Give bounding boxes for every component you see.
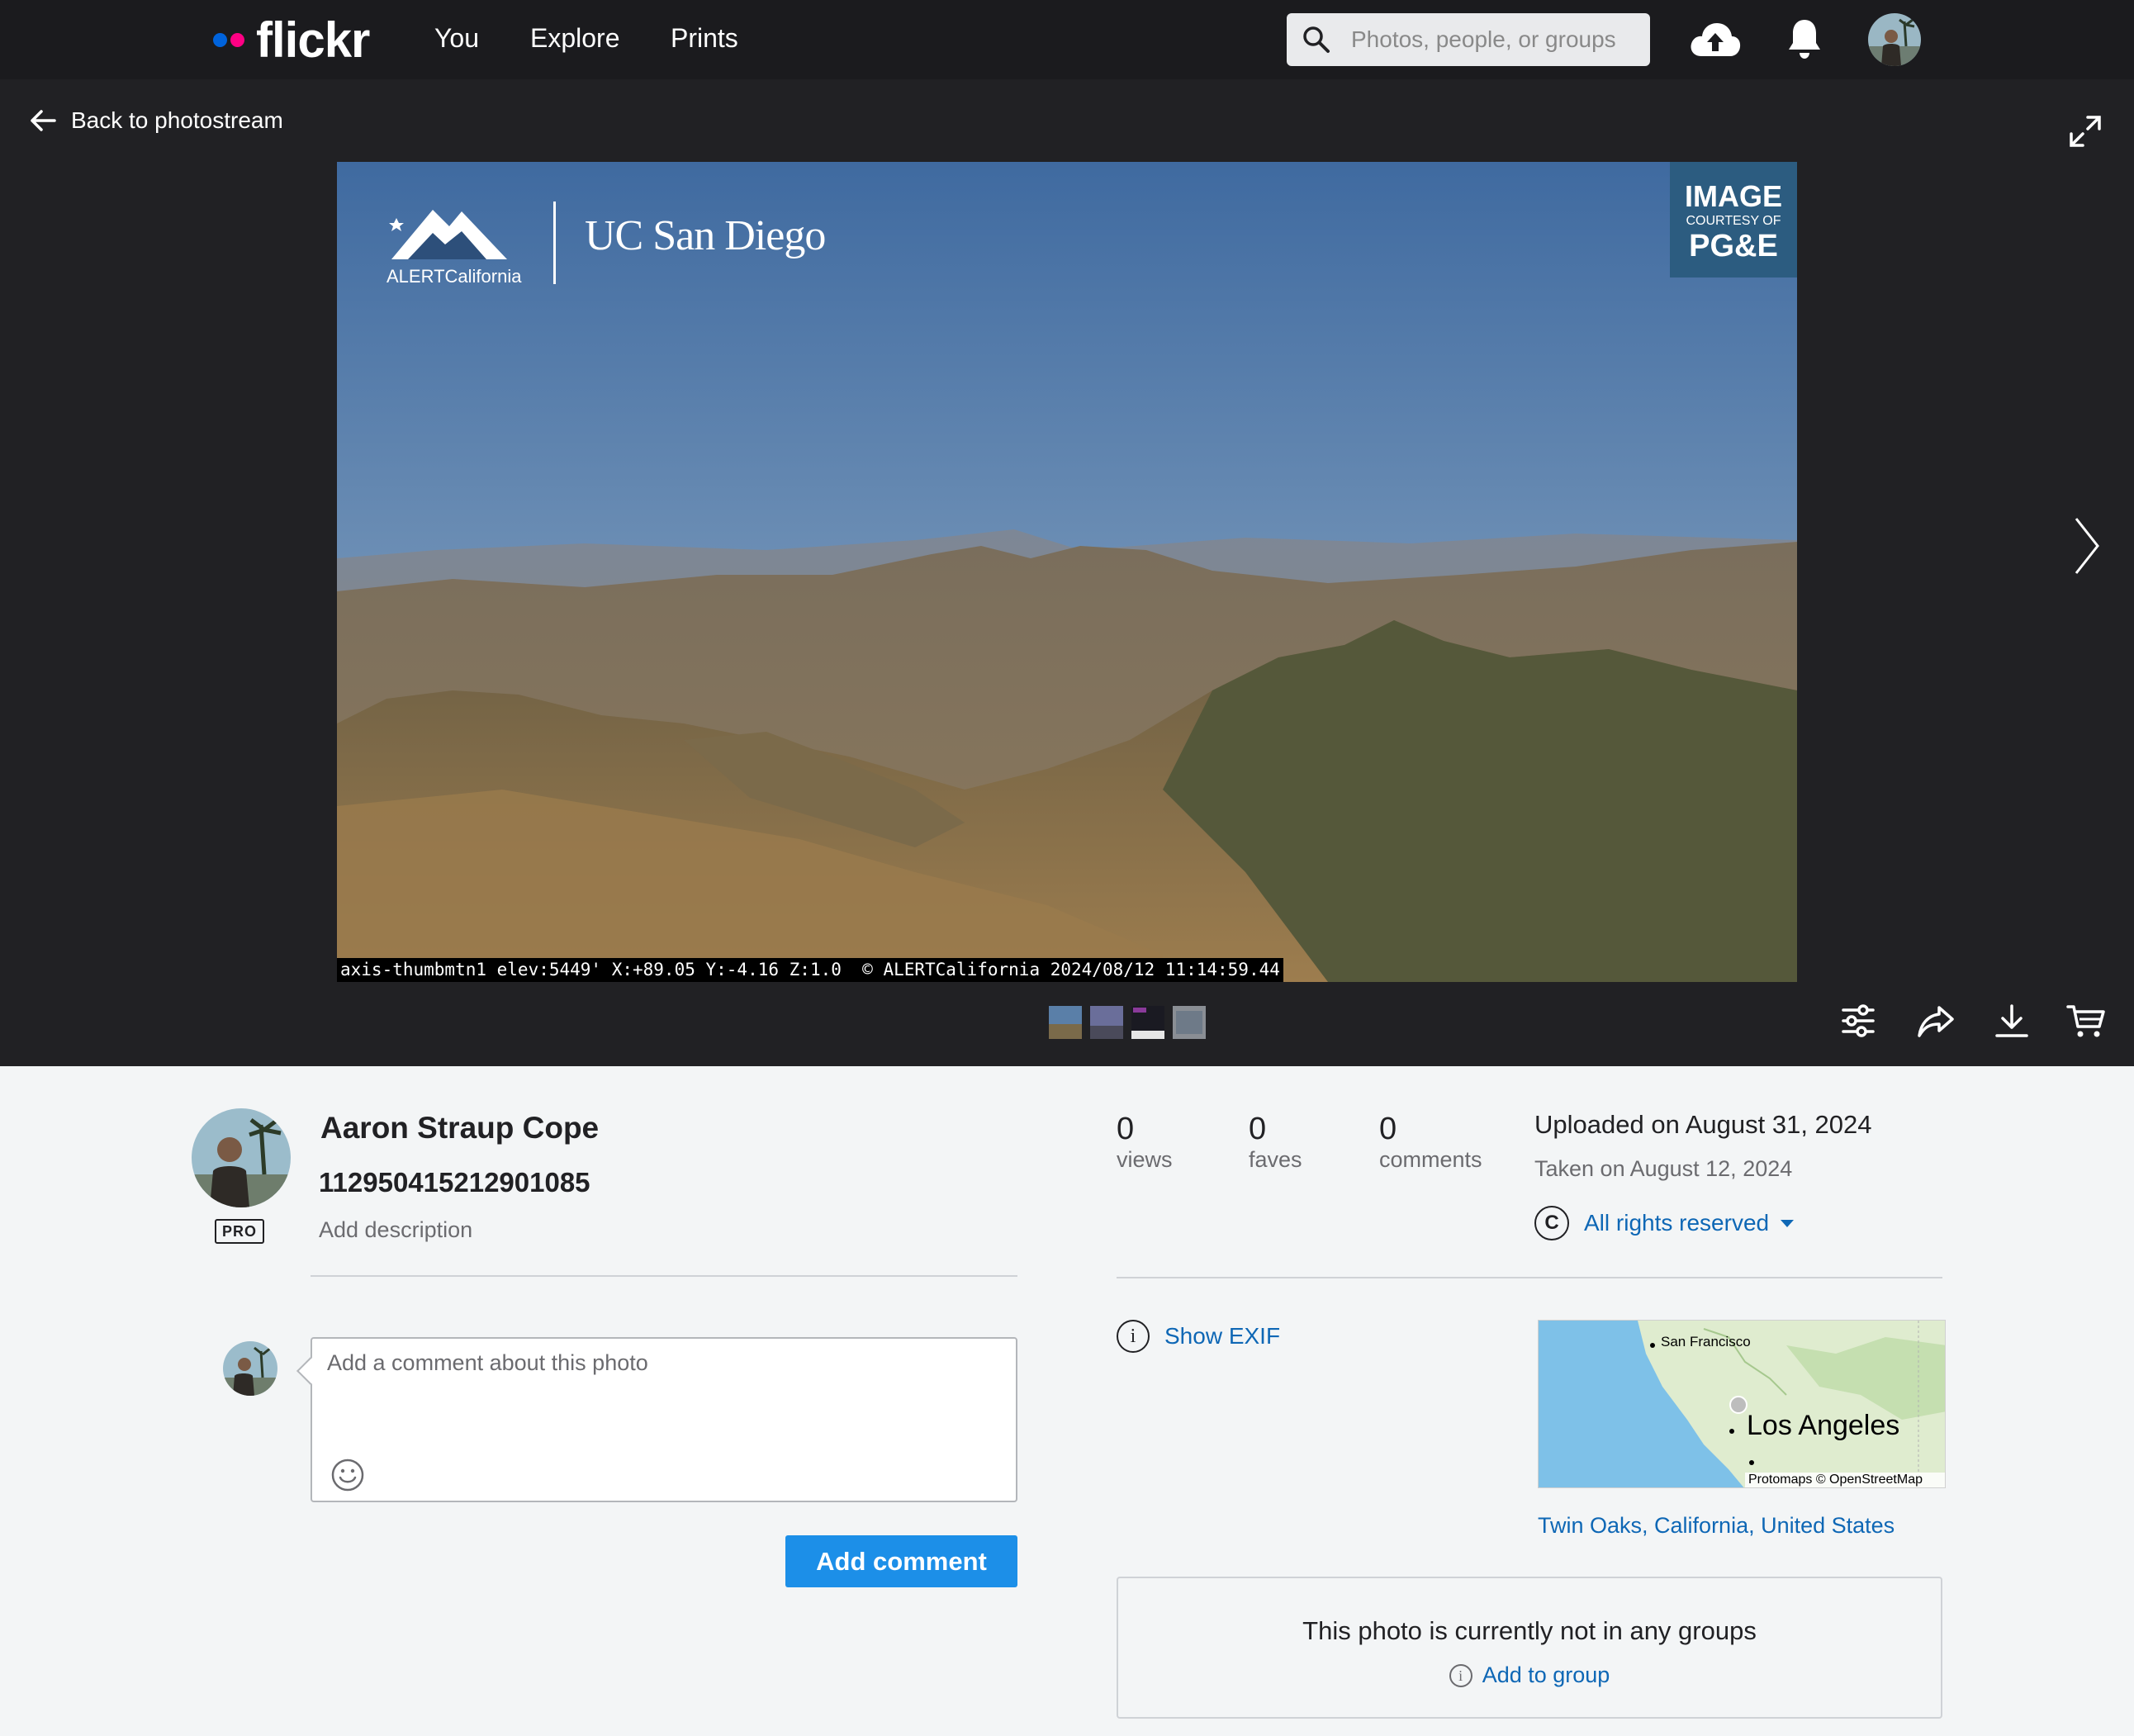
share-icon[interactable] (1916, 1003, 1956, 1039)
map-label-los-angeles: Los Angeles (1747, 1410, 1900, 1441)
photo-stage: Back to photostream UC San Diego ALERTCa… (0, 79, 2134, 1066)
pge-line-courtesy: COURTESY OF (1686, 214, 1781, 228)
notifications-bell-icon[interactable] (1785, 17, 1823, 63)
map-attribution[interactable]: Protomaps © OpenStreetMap (1748, 1473, 1923, 1487)
comment-textarea[interactable] (327, 1350, 988, 1449)
thumbnail-1[interactable] (1049, 1006, 1082, 1039)
pge-courtesy-badge: IMAGE COURTESY OF PG&E (1670, 162, 1797, 277)
arrow-left-icon (31, 110, 56, 131)
license-dropdown[interactable]: C All rights reserved (1534, 1206, 1795, 1240)
stat-comments-count: 0 (1379, 1112, 1397, 1146)
stat-views-label: views (1117, 1147, 1173, 1172)
adjust-icon[interactable] (1840, 1003, 1876, 1039)
main-photo[interactable]: UC San Diego ALERTCalifornia IMAGE COURT… (337, 162, 1797, 982)
search-input[interactable] (1351, 21, 1640, 58)
add-to-group-label: Add to group (1482, 1662, 1610, 1687)
logo-wordmark: flickr (256, 12, 370, 68)
stat-faves-count: 0 (1249, 1112, 1267, 1146)
comment-box (311, 1337, 1017, 1502)
nav-link-prints[interactable]: Prints (671, 21, 738, 55)
fullscreen-expand-icon[interactable] (2068, 114, 2103, 149)
owner-avatar[interactable] (192, 1108, 291, 1207)
stat-views: 0 views (1117, 1112, 1173, 1173)
ucsd-wordmark: UC San Diego (585, 212, 826, 259)
thumbnail-3[interactable] (1131, 1006, 1164, 1039)
logo-separator (553, 202, 556, 284)
groups-message: This photo is currently not in any group… (1302, 1616, 1757, 1645)
search-box[interactable] (1287, 13, 1650, 66)
add-comment-button[interactable]: Add comment (785, 1535, 1017, 1587)
commenter-avatar (223, 1341, 277, 1396)
groups-panel: This photo is currently not in any group… (1117, 1577, 1942, 1719)
emoji-smiley-icon[interactable] (330, 1458, 365, 1492)
photo-thumbnails (1049, 1006, 1206, 1039)
stat-comments: 0 comments (1379, 1112, 1482, 1173)
location-link[interactable]: Twin Oaks, California, United States (1538, 1513, 1895, 1539)
info-icon: i (1449, 1663, 1472, 1687)
logo-blue-dot (213, 32, 227, 47)
download-icon[interactable] (1994, 1003, 2030, 1039)
next-photo-chevron-icon[interactable] (2073, 515, 2101, 576)
stat-views-count: 0 (1117, 1112, 1135, 1146)
cart-icon[interactable] (2066, 1003, 2106, 1039)
thumbnail-2[interactable] (1090, 1006, 1123, 1039)
info-icon: i (1117, 1320, 1150, 1353)
location-map[interactable]: San Francisco Los Angeles Protomaps © Op… (1538, 1320, 1946, 1488)
nav-link-you[interactable]: You (434, 21, 479, 55)
logo-pink-dot (230, 32, 244, 47)
uploaded-date: Uploaded on August 31, 2024 (1534, 1110, 1872, 1139)
caret-down-icon (1781, 1219, 1795, 1227)
user-avatar[interactable] (1868, 13, 1921, 66)
divider (1117, 1277, 1942, 1278)
owner-name-link[interactable]: Aaron Straup Cope (320, 1111, 599, 1145)
alertcalifornia-logo-icon (389, 210, 507, 259)
divider (311, 1275, 1017, 1277)
show-exif-label: Show EXIF (1164, 1323, 1281, 1349)
back-label: Back to photostream (71, 107, 283, 133)
add-to-group-link[interactable]: i Add to group (1118, 1662, 1941, 1688)
photo-title[interactable]: 112950415212901085 (319, 1167, 590, 1198)
search-icon[interactable] (1302, 25, 1331, 55)
landscape-image (337, 162, 1797, 982)
show-exif-link[interactable]: i Show EXIF (1117, 1320, 1280, 1353)
license-label: All rights reserved (1584, 1210, 1770, 1236)
upload-cloud-icon[interactable] (1688, 18, 1743, 61)
top-nav: flickr You Explore Prints (0, 0, 2134, 79)
stat-faves-label: faves (1249, 1147, 1302, 1172)
thumbnail-4[interactable] (1173, 1006, 1206, 1039)
flickr-logo[interactable]: flickr (213, 12, 370, 68)
pge-line-image: IMAGE (1684, 179, 1782, 213)
pge-line-brand: PG&E (1689, 229, 1778, 263)
camera-caption: axis-thumbmtn1 elev:5449' X:+89.05 Y:-4.… (337, 958, 1283, 982)
taken-date[interactable]: Taken on August 12, 2024 (1534, 1156, 1792, 1182)
alertcalifornia-wordmark: ALERTCalifornia (386, 266, 522, 287)
stat-comments-label: comments (1379, 1147, 1482, 1172)
nav-link-explore[interactable]: Explore (530, 21, 620, 55)
map-label-san-francisco: San Francisco (1661, 1334, 1751, 1349)
stat-faves: 0 faves (1249, 1112, 1302, 1173)
copyright-icon: C (1534, 1206, 1569, 1240)
add-description-link[interactable]: Add description (319, 1217, 472, 1243)
back-to-photostream-link[interactable]: Back to photostream (30, 107, 283, 134)
pro-badge: PRO (215, 1219, 264, 1244)
